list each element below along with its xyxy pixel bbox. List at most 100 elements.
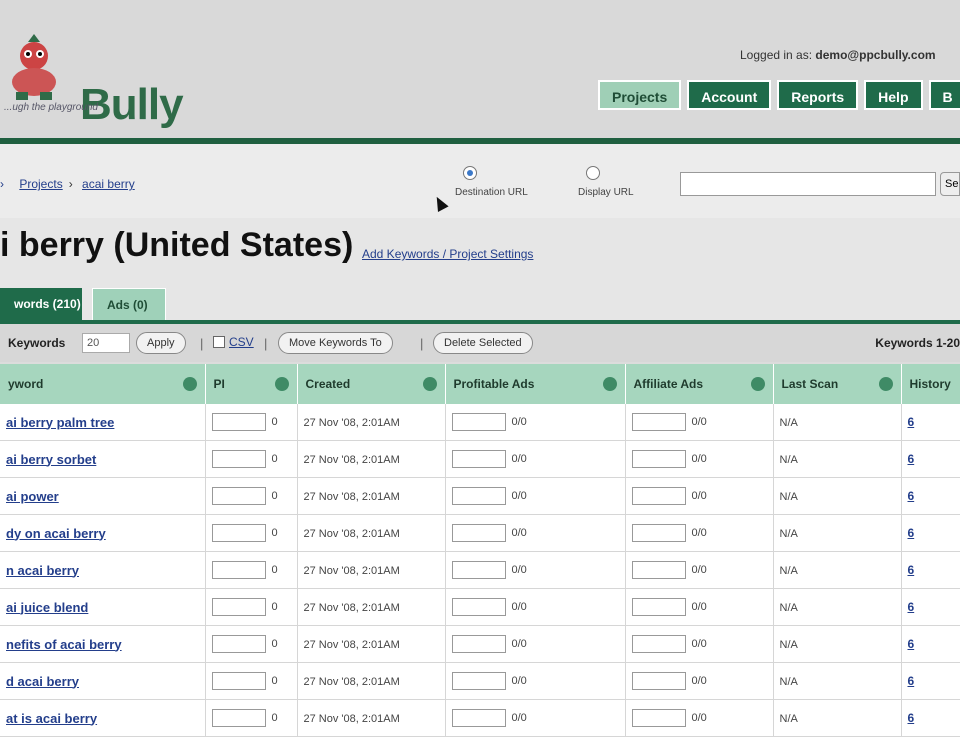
keyword-link[interactable]: nefits of acai berry: [6, 637, 122, 652]
table-row: ai berry palm tree027 Nov '08, 2:01AM0/0…: [0, 404, 960, 441]
affiliate-cell: 0/0: [625, 663, 773, 700]
pi-cell: 0: [205, 663, 297, 700]
search-input[interactable]: [680, 172, 936, 196]
last-scan-cell: N/A: [773, 589, 901, 626]
created-cell: 27 Nov '08, 2:01AM: [297, 478, 445, 515]
keyword-link[interactable]: ai power: [6, 489, 59, 504]
col-affiliate-ads-label: Affiliate Ads: [634, 377, 704, 391]
sort-icon[interactable]: [879, 377, 893, 391]
pi-cell: 0: [205, 478, 297, 515]
history-cell: 6: [901, 663, 960, 700]
nav-account[interactable]: Account: [687, 80, 771, 110]
history-link[interactable]: 6: [908, 452, 915, 466]
history-link[interactable]: 6: [908, 711, 915, 725]
destination-url-radio[interactable]: [463, 166, 477, 180]
pi-cell: 0: [205, 404, 297, 441]
history-cell: 6: [901, 589, 960, 626]
last-scan-value: N/A: [780, 676, 798, 688]
keyword-link[interactable]: ai juice blend: [6, 600, 88, 615]
nav-more[interactable]: B: [929, 80, 960, 110]
keyword-link[interactable]: dy on acai berry: [6, 526, 106, 541]
csv-checkbox[interactable]: [213, 336, 225, 348]
last-scan-cell: N/A: [773, 700, 901, 737]
logged-in-status: Logged in as: demo@ppcbully.com: [740, 48, 936, 62]
table-row: at is acai berry027 Nov '08, 2:01AM0/00/…: [0, 700, 960, 737]
keyword-link[interactable]: n acai berry: [6, 563, 79, 578]
last-scan-value: N/A: [780, 602, 798, 614]
nav-reports[interactable]: Reports: [777, 80, 858, 110]
history-link[interactable]: 6: [908, 637, 915, 651]
created-value: 27 Nov '08, 2:01AM: [304, 491, 400, 503]
pi-cell: 0: [205, 589, 297, 626]
col-pi-label: PI: [214, 377, 225, 391]
pi-cell: 0: [205, 552, 297, 589]
keyword-link[interactable]: ai berry sorbet: [6, 452, 96, 467]
profitable-bar: [452, 561, 506, 579]
pi-cell: 0: [205, 441, 297, 478]
col-profitable-ads[interactable]: Profitable Ads: [445, 364, 625, 404]
project-settings-link[interactable]: Add Keywords / Project Settings: [362, 247, 533, 261]
col-history[interactable]: History: [901, 364, 960, 404]
col-last-scan[interactable]: Last Scan: [773, 364, 901, 404]
keyword-link[interactable]: ai berry palm tree: [6, 415, 114, 430]
sort-icon[interactable]: [275, 377, 289, 391]
display-url-radio[interactable]: [586, 166, 600, 180]
profitable-value: 0/0: [512, 527, 527, 539]
sort-icon[interactable]: [423, 377, 437, 391]
affiliate-cell: 0/0: [625, 626, 773, 663]
breadcrumb-projects[interactable]: Projects: [19, 177, 62, 191]
per-page-input[interactable]: 20: [82, 333, 130, 353]
keyword-link[interactable]: at is acai berry: [6, 711, 97, 726]
history-link[interactable]: 6: [908, 674, 915, 688]
profitable-cell: 0/0: [445, 478, 625, 515]
last-scan-cell: N/A: [773, 478, 901, 515]
last-scan-value: N/A: [780, 639, 798, 651]
keyword-cell: dy on acai berry: [0, 515, 205, 552]
col-created[interactable]: Created: [297, 364, 445, 404]
table-row: n acai berry027 Nov '08, 2:01AM0/00/0N/A…: [0, 552, 960, 589]
sort-icon[interactable]: [751, 377, 765, 391]
sort-icon[interactable]: [183, 377, 197, 391]
profitable-cell: 0/0: [445, 700, 625, 737]
last-scan-cell: N/A: [773, 441, 901, 478]
pi-value: 0: [272, 490, 278, 502]
col-last-scan-label: Last Scan: [782, 377, 839, 391]
search-button[interactable]: Se: [940, 172, 960, 196]
apply-button[interactable]: Apply: [136, 332, 186, 354]
move-keywords-button[interactable]: Move Keywords To: [278, 332, 393, 354]
col-keyword[interactable]: yword: [0, 364, 205, 404]
keyword-link[interactable]: d acai berry: [6, 674, 79, 689]
table-row: ai berry sorbet027 Nov '08, 2:01AM0/00/0…: [0, 441, 960, 478]
history-cell: 6: [901, 441, 960, 478]
page-title: i berry (United States): [0, 226, 353, 265]
tab-ads[interactable]: Ads (0): [92, 288, 166, 320]
created-cell: 27 Nov '08, 2:01AM: [297, 441, 445, 478]
keywords-toolbar: Keywords 20 Apply | CSV | Move Keywords …: [0, 324, 960, 362]
last-scan-value: N/A: [780, 491, 798, 503]
history-cell: 6: [901, 552, 960, 589]
main-nav: Projects Account Reports Help B: [598, 80, 960, 110]
pi-value: 0: [272, 601, 278, 613]
history-link[interactable]: 6: [908, 526, 915, 540]
csv-link[interactable]: CSV: [229, 335, 254, 349]
affiliate-value: 0/0: [692, 601, 707, 613]
table-header-row: yword PI Created Profitable Ads Affiliat…: [0, 364, 960, 404]
pi-bar: [212, 413, 266, 431]
affiliate-value: 0/0: [692, 453, 707, 465]
col-pi[interactable]: PI: [205, 364, 297, 404]
pi-cell: 0: [205, 515, 297, 552]
history-link[interactable]: 6: [908, 489, 915, 503]
col-affiliate-ads[interactable]: Affiliate Ads: [625, 364, 773, 404]
profitable-cell: 0/0: [445, 589, 625, 626]
tab-keywords[interactable]: words (210): [0, 288, 82, 320]
nav-projects[interactable]: Projects: [598, 80, 681, 110]
nav-help[interactable]: Help: [864, 80, 922, 110]
history-link[interactable]: 6: [908, 600, 915, 614]
profitable-bar: [452, 709, 506, 727]
sort-icon[interactable]: [603, 377, 617, 391]
table-row: nefits of acai berry027 Nov '08, 2:01AM0…: [0, 626, 960, 663]
history-link[interactable]: 6: [908, 415, 915, 429]
breadcrumb-acai-berry[interactable]: acai berry: [82, 177, 135, 191]
history-link[interactable]: 6: [908, 563, 915, 577]
delete-selected-button[interactable]: Delete Selected: [433, 332, 533, 354]
